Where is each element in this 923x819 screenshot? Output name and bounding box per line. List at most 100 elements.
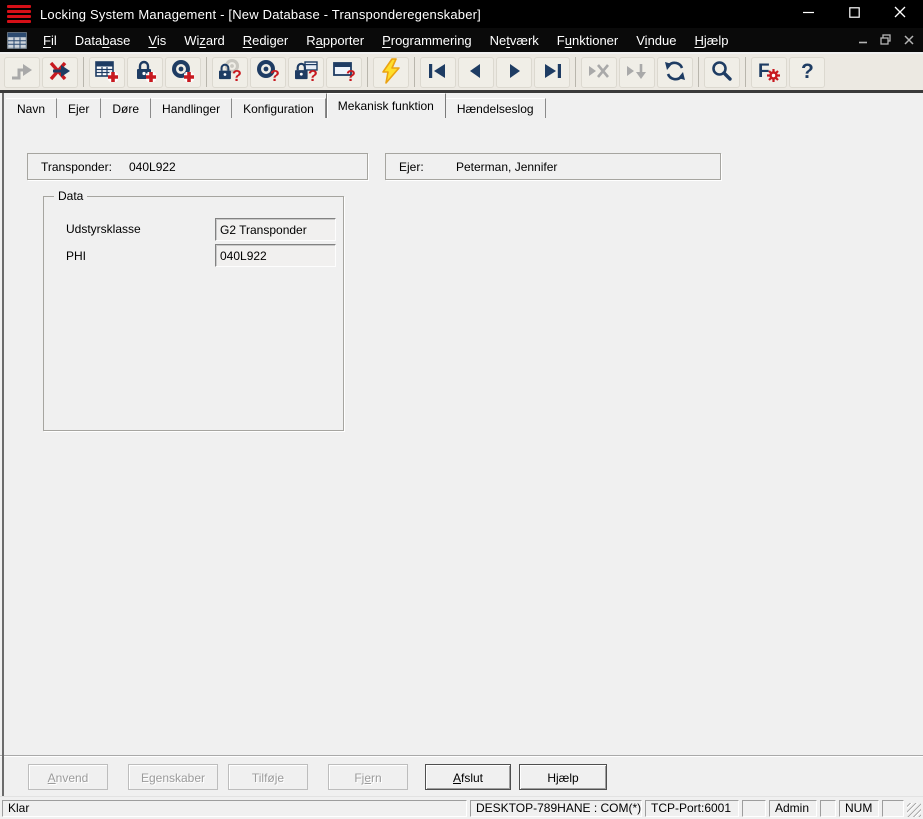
owner-info-box: Ejer: Peterman, Jennifer <box>385 153 721 180</box>
program-button[interactable] <box>373 57 409 88</box>
mdi-restore-button[interactable] <box>877 33 894 48</box>
commit-record-button[interactable] <box>619 57 655 88</box>
read-lock-button[interactable]: ? <box>212 57 248 88</box>
toolbar-separator <box>745 57 746 87</box>
toolbar-group-2: ???? <box>211 57 363 88</box>
hjaelp-button[interactable]: Hjælp <box>519 764 607 790</box>
toolbar-separator <box>414 57 415 87</box>
mdi-frame-border <box>2 93 4 796</box>
new-locking-plan-icon <box>94 58 120 87</box>
disconnect-button[interactable] <box>42 57 78 88</box>
application-window: Locking System Management - [New Databas… <box>0 0 923 819</box>
phi-field[interactable]: 040L922 <box>215 244 336 267</box>
read-lock-alt-icon: ? <box>293 58 319 87</box>
read-display-icon: ? <box>331 58 357 87</box>
svg-text:?: ? <box>308 68 318 84</box>
toolbar-separator <box>83 57 84 87</box>
connect-button[interactable] <box>4 57 40 88</box>
mdi-close-icon <box>904 33 914 48</box>
tab-ejer[interactable]: Ejer <box>57 98 101 118</box>
menu-item-vis[interactable]: Vis <box>139 30 175 51</box>
menu-item-vindue[interactable]: Vindue <box>627 30 685 51</box>
dialog-button-bar: Anvend Egenskaber Tilføje Fjern Afslut Hjælp <box>0 756 923 796</box>
window-controls <box>785 0 923 28</box>
svg-text:?: ? <box>232 68 242 84</box>
refresh-button[interactable] <box>657 57 693 88</box>
first-record-button[interactable] <box>420 57 456 88</box>
new-transponder-button[interactable] <box>165 57 201 88</box>
menu-item-database[interactable]: Database <box>66 30 140 51</box>
minimize-button[interactable] <box>785 0 831 28</box>
tab-handlinger[interactable]: Handlinger <box>151 98 232 118</box>
read-display-button[interactable]: ? <box>326 57 362 88</box>
read-lock-icon: ? <box>217 58 243 87</box>
search-button[interactable] <box>704 57 740 88</box>
new-transponder-icon <box>170 58 196 87</box>
help-button[interactable]: ? <box>789 57 825 88</box>
mdi-document-icon <box>7 32 27 49</box>
data-group-box: Data Udstyrsklasse G2 Transponder PHI 04… <box>43 196 344 431</box>
tab-konfiguration[interactable]: Konfiguration <box>232 98 326 118</box>
svg-text:?: ? <box>270 68 280 84</box>
toolbar-group-5 <box>580 57 694 88</box>
udstyrsklasse-field[interactable]: G2 Transponder <box>215 218 336 241</box>
tilfoeje-button[interactable]: Tilføje <box>228 764 308 790</box>
previous-record-button[interactable] <box>458 57 494 88</box>
toolbar-separator <box>575 57 576 87</box>
tab-doere[interactable]: Døre <box>101 98 151 118</box>
new-lock-icon <box>132 58 158 87</box>
status-segment-num-lock: NUM <box>839 800 879 817</box>
discard-record-button[interactable] <box>581 57 617 88</box>
menu-item-netvaerk[interactable]: Netværk <box>481 30 548 51</box>
tab-strip: NavnEjerDøreHandlingerKonfigurationMekan… <box>0 93 923 118</box>
svg-text:?: ? <box>346 68 356 84</box>
fjern-button[interactable]: Fjern <box>328 764 408 790</box>
status-bar: KlarDESKTOP-789HANE : COM(*)TCP-Port:600… <box>0 796 923 819</box>
menu-item-hjaelp[interactable]: Hjælp <box>685 30 737 51</box>
menu-item-wizard[interactable]: Wizard <box>175 30 233 51</box>
read-lock-alt-button[interactable]: ? <box>288 57 324 88</box>
mdi-window-controls <box>854 33 923 48</box>
menu-item-programmering[interactable]: Programmering <box>373 30 481 51</box>
last-record-button[interactable] <box>534 57 570 88</box>
mdi-minimize-button[interactable] <box>854 33 871 48</box>
search-icon <box>709 58 735 87</box>
svg-text:F: F <box>758 61 770 82</box>
app-logo-icon <box>7 5 31 23</box>
next-record-icon <box>501 58 527 87</box>
menu-item-funktioner[interactable]: Funktioner <box>548 30 627 51</box>
tab-haendelseslog[interactable]: Hændelseslog <box>446 98 546 118</box>
read-transponder-button[interactable]: ? <box>250 57 286 88</box>
toolbar-separator <box>698 57 699 87</box>
status-segment-spacer-1 <box>742 800 766 817</box>
toolbar-group-0 <box>3 57 79 88</box>
toolbar-group-3 <box>372 57 410 88</box>
program-icon <box>378 58 404 87</box>
commit-record-icon <box>624 58 650 87</box>
tab-page-mekanisk-funktion: Transponder: 040L922 Ejer: Peterman, Jen… <box>0 118 923 757</box>
maximize-button[interactable] <box>831 0 877 28</box>
owner-label: Ejer: <box>386 160 456 174</box>
resize-grip[interactable] <box>907 803 921 817</box>
new-lock-button[interactable] <box>127 57 163 88</box>
menu-item-rapporter[interactable]: Rapporter <box>297 30 373 51</box>
toolbar-group-6 <box>703 57 741 88</box>
new-locking-plan-button[interactable] <box>89 57 125 88</box>
tab-navn[interactable]: Navn <box>6 98 57 118</box>
status-segment-connection: DESKTOP-789HANE : COM(*) <box>470 800 642 817</box>
filter-settings-button[interactable]: F <box>751 57 787 88</box>
transponder-value: 040L922 <box>129 160 176 174</box>
next-record-button[interactable] <box>496 57 532 88</box>
udstyrsklasse-label: Udstyrsklasse <box>66 222 141 236</box>
close-button[interactable] <box>877 0 923 28</box>
menu-item-fil[interactable]: Fil <box>34 30 66 51</box>
status-segment-spacer-3 <box>882 800 904 817</box>
mdi-close-button[interactable] <box>900 33 917 48</box>
egenskaber-button[interactable]: Egenskaber <box>128 764 218 790</box>
anvend-button[interactable]: Anvend <box>28 764 108 790</box>
menu-item-rediger[interactable]: Rediger <box>234 30 298 51</box>
read-transponder-icon: ? <box>255 58 281 87</box>
tab-mekanisk-funktion[interactable]: Mekanisk funktion <box>326 93 446 118</box>
afslut-button[interactable]: Afslut <box>425 764 511 790</box>
toolbar-group-7: F? <box>750 57 826 88</box>
